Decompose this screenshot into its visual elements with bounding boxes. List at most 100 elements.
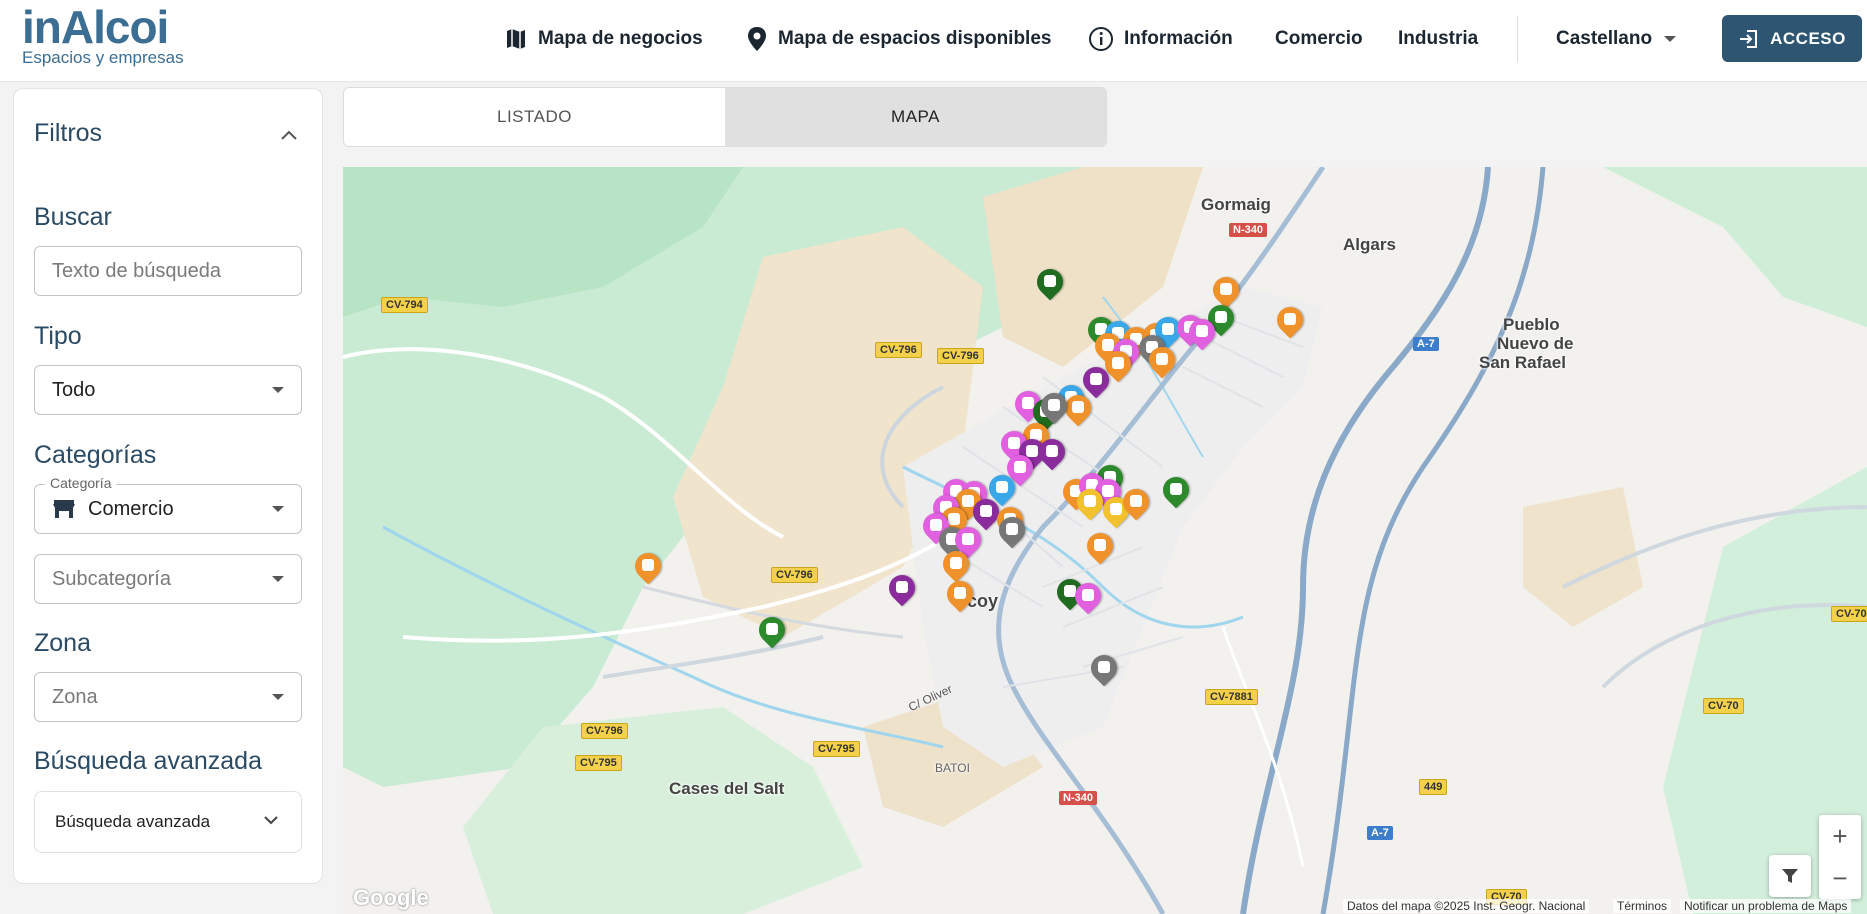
- map-terms-link[interactable]: Términos: [1613, 899, 1672, 913]
- tab-listado[interactable]: LISTADO: [344, 88, 725, 146]
- road-tag: CV-7881: [1205, 689, 1258, 705]
- road-tag: CV-70: [1703, 698, 1744, 714]
- place-batoi: BATOI: [935, 761, 970, 775]
- category-value: Comercio: [88, 497, 174, 520]
- chevron-down-icon: [272, 694, 284, 700]
- nav-mapa-negocios[interactable]: Mapa de negocios: [504, 0, 703, 78]
- map-filter-button[interactable]: [1769, 855, 1811, 897]
- chevron-up-icon[interactable]: [280, 129, 298, 141]
- chevron-down-icon: [272, 576, 284, 582]
- map-marker[interactable]: [1031, 263, 1069, 303]
- subcategory-select[interactable]: Subcategoría: [34, 554, 302, 604]
- nav-label: Comercio: [1275, 28, 1363, 49]
- nav-industria[interactable]: Industria: [1398, 0, 1478, 78]
- tab-mapa[interactable]: MAPA: [725, 88, 1106, 146]
- map-marker[interactable]: [1069, 577, 1107, 617]
- place-cases-del-salt: Cases del Salt: [669, 779, 785, 798]
- nav-divider: [1517, 16, 1518, 62]
- nav-label: Mapa de espacios disponibles: [778, 28, 1052, 49]
- map-marker[interactable]: [753, 611, 791, 651]
- zone-select[interactable]: Zona: [34, 672, 302, 722]
- map-marker[interactable]: [1071, 483, 1109, 523]
- map-marker[interactable]: [941, 575, 979, 615]
- advanced-search-button-label: Búsqueda avanzada: [55, 812, 211, 831]
- type-select[interactable]: Todo: [34, 365, 302, 415]
- map-marker[interactable]: [1059, 389, 1097, 429]
- type-value: Todo: [52, 378, 96, 401]
- place-pueblo: Pueblo: [1503, 315, 1560, 334]
- map-marker[interactable]: [1143, 341, 1181, 381]
- header: inAlcoi Espacios y empresas Mapa de nego…: [0, 0, 1867, 82]
- chevron-down-icon: [272, 506, 284, 512]
- road-tag: CV-796: [937, 348, 984, 364]
- road-tag: N-340: [1059, 791, 1097, 805]
- chevron-down-icon: [272, 387, 284, 393]
- subcategory-placeholder: Subcategoría: [52, 567, 171, 590]
- nav-mapa-espacios[interactable]: Mapa de espacios disponibles: [746, 0, 1051, 78]
- road-tag: CV-795: [575, 755, 622, 771]
- place-gormaig: Gormaig: [1201, 195, 1271, 214]
- zoom-controls: + −: [1819, 815, 1861, 899]
- road-tag: A-7: [1367, 826, 1393, 840]
- category-select[interactable]: Categoría Comercio: [34, 475, 302, 534]
- road-tag: 449: [1419, 779, 1448, 795]
- login-button[interactable]: ACCESO: [1722, 15, 1862, 62]
- info-icon: [1089, 27, 1113, 51]
- logo-tagline: Espacios y empresas: [22, 48, 184, 67]
- map-marker[interactable]: [937, 545, 975, 585]
- map-attribution: Datos del mapa ©2025 Inst. Geogr. Nacion…: [1343, 899, 1590, 913]
- chevron-down-icon: [1664, 36, 1677, 42]
- map-marker[interactable]: [629, 547, 667, 587]
- search-label: Buscar: [34, 203, 112, 231]
- location-pin-icon: [748, 27, 766, 51]
- advanced-search-label: Búsqueda avanzada: [34, 747, 262, 775]
- filters-title: Filtros: [34, 119, 103, 147]
- logo-text: inAlcoi: [22, 1, 169, 53]
- place-nuevo-de: Nuevo de: [1497, 334, 1574, 353]
- search-input[interactable]: Texto de búsqueda: [34, 246, 302, 296]
- road-tag: CV-795: [813, 741, 860, 757]
- road-tag: CV-796: [771, 567, 818, 583]
- map-marker[interactable]: [1183, 313, 1221, 353]
- advanced-search-toggle[interactable]: Búsqueda avanzada: [34, 791, 302, 853]
- nav-informacion[interactable]: Información: [1088, 0, 1233, 78]
- zoom-out-button[interactable]: −: [1819, 857, 1861, 899]
- road-tag: CV-794: [381, 297, 428, 313]
- map-report-link[interactable]: Notificar un problema de Maps: [1680, 899, 1852, 913]
- nav-label: Industria: [1398, 28, 1479, 49]
- language-label: Castellano: [1556, 28, 1653, 49]
- road-tag: CV-796: [875, 342, 922, 358]
- category-float-label: Categoría: [45, 475, 117, 491]
- road-tag: CV-70: [1831, 606, 1867, 622]
- place-algars: Algars: [1343, 235, 1396, 254]
- nav-comercio[interactable]: Comercio: [1275, 0, 1363, 78]
- map-marker[interactable]: [1035, 387, 1073, 427]
- language-selector[interactable]: Castellano: [1556, 0, 1677, 78]
- map-marker[interactable]: [1157, 471, 1195, 511]
- nav-label: Información: [1124, 28, 1233, 49]
- map-marker[interactable]: [1117, 483, 1155, 523]
- map-marker[interactable]: [993, 511, 1031, 551]
- zone-label: Zona: [34, 629, 91, 657]
- place-san-rafael: San Rafael: [1479, 353, 1566, 372]
- map-marker[interactable]: [1271, 301, 1309, 341]
- map-marker[interactable]: [1081, 527, 1119, 567]
- road-tag: A-7: [1413, 337, 1439, 351]
- road-tag: CV-796: [581, 723, 628, 739]
- logo[interactable]: inAlcoi Espacios y empresas: [22, 4, 184, 68]
- zoom-in-button[interactable]: +: [1819, 815, 1861, 857]
- nav-label: Mapa de negocios: [538, 28, 703, 49]
- store-icon: [53, 500, 75, 518]
- zone-placeholder: Zona: [52, 685, 98, 708]
- map-view[interactable]: Gormaig Algars Pueblo Nuevo de San Rafae…: [343, 167, 1867, 914]
- login-icon: [1740, 29, 1758, 48]
- map-icon: [507, 29, 525, 49]
- type-label: Tipo: [34, 322, 82, 350]
- road-tag: N-340: [1229, 223, 1267, 237]
- map-attribution-bar: Datos del mapa ©2025 Inst. Geogr. Nacion…: [343, 899, 1867, 914]
- map-marker[interactable]: [1033, 433, 1071, 473]
- categories-label: Categorías: [34, 441, 157, 469]
- login-label: ACCESO: [1770, 28, 1846, 48]
- map-marker[interactable]: [1085, 649, 1123, 689]
- map-marker[interactable]: [883, 569, 921, 609]
